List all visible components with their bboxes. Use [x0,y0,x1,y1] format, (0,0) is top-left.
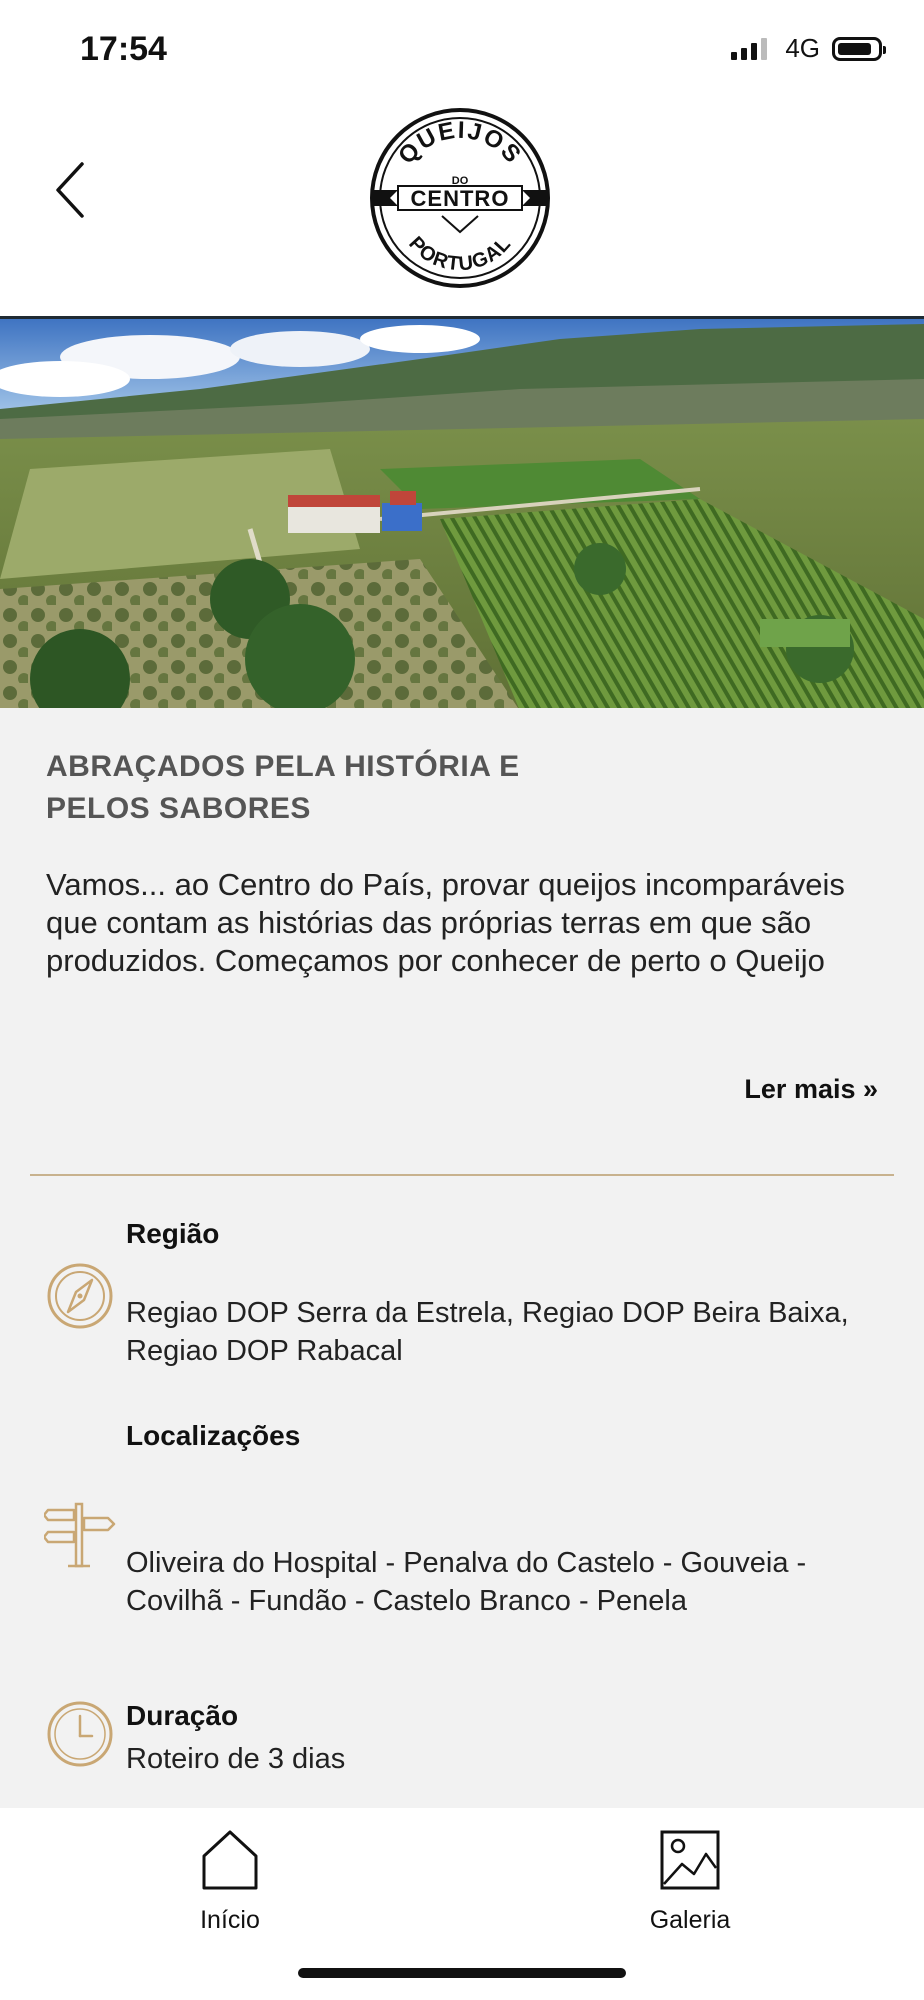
article-headline: ABRAÇADOS PELA HISTÓRIA E PELOS SABORES [46,746,666,830]
hero-image [0,316,924,708]
region-title: Região [126,1218,220,1249]
home-indicator [298,1968,626,1978]
nav-gallery[interactable]: Galeria [610,1828,770,1935]
bottom-nav: Início Galeria [0,1808,924,2000]
nav-gallery-label: Galeria [649,1906,731,1934]
read-more-link[interactable]: Ler mais » [744,1074,878,1105]
home-icon [202,1830,258,1890]
duration-text: Roteiro de 3 dias [126,1743,346,1775]
locations-text: Oliveira do Hospital - Penalva do Castel… [126,1547,807,1617]
battery-icon [832,36,886,61]
clock-icon [47,1701,113,1767]
status-bar: 17:54 4G [0,0,924,100]
section-divider [30,1174,894,1176]
headline-line-1: ABRAÇADOS PELA HISTÓRIA E [46,750,520,783]
duration-title: Duração [126,1700,239,1731]
status-time: 17:54 [80,30,167,68]
logo-text-centro: CENTRO [411,186,510,211]
region-text: Regiao DOP Serra da Estrela, Regiao DOP … [126,1297,849,1367]
article-intro: Vamos... ao Centro do País, provar queij… [46,867,845,978]
brand-logo: QUEIJOS DO CENTRO PORTUGAL [370,108,550,288]
chevron-left-icon [56,162,84,218]
back-button[interactable] [40,150,100,230]
nav-home[interactable]: Início [150,1828,310,1935]
headline-line-2: PELOS SABORES [46,792,311,825]
nav-home-label: Início [200,1906,260,1934]
locations-title: Localizações [126,1420,301,1451]
landscape-photo [0,319,924,708]
network-type: 4G [785,33,820,63]
compass-icon [47,1263,113,1329]
signal-icon [731,37,768,60]
app-header: QUEIJOS DO CENTRO PORTUGAL [0,100,924,316]
signpost-icon [44,1502,116,1568]
status-indicators: 4G [731,33,886,64]
content-area: ABRAÇADOS PELA HISTÓRIA E PELOS SABORES … [0,708,924,1812]
gallery-icon [660,1830,720,1890]
